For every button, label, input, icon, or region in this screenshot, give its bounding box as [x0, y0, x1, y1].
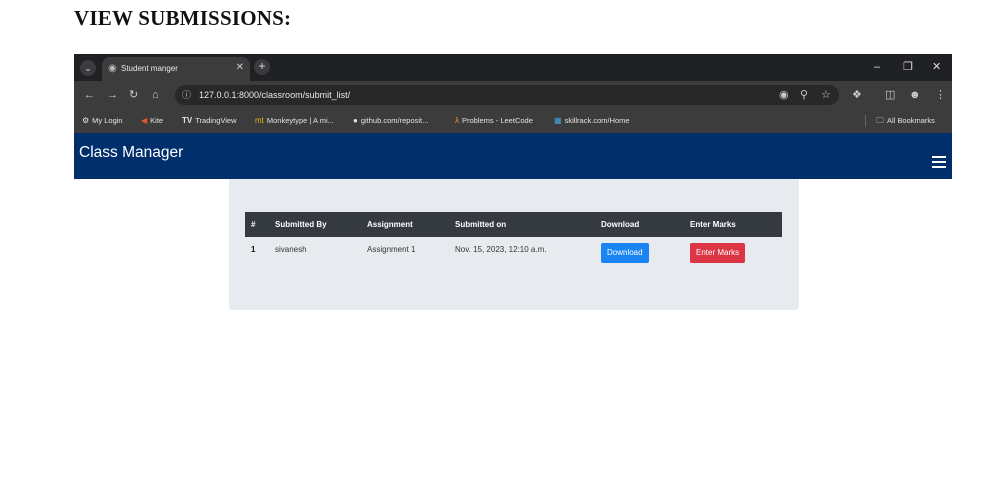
leetcode-icon: λ — [455, 116, 459, 125]
monkeytype-icon: mt — [255, 116, 264, 125]
submitted-on-cell: Nov. 15, 2023, 12:10 a.m. — [455, 245, 547, 254]
browser-tab[interactable]: ◉ Student manger ✕ — [102, 57, 250, 81]
minimize-icon[interactable]: – — [874, 60, 880, 74]
column-header: Assignment — [367, 220, 413, 229]
submitted-by-cell: sivanesh — [275, 245, 307, 254]
download-button[interactable]: Download — [601, 243, 649, 263]
side-panel-icon[interactable]: ◫ — [885, 88, 895, 102]
bookmark-item[interactable]: ▦ skillrack.com/Home — [554, 115, 630, 127]
tab-search-icon[interactable]: ⌄ — [80, 60, 96, 76]
google-icon[interactable]: ◉ — [779, 88, 789, 102]
reload-icon[interactable]: ↻ — [129, 89, 138, 101]
app-brand[interactable]: Class Manager — [79, 144, 183, 162]
bookmark-item[interactable]: mt Monkeytype | A mi... — [255, 115, 334, 127]
bookmarks-bar: ⚙ My Login ◀ Kite TV TradingView mt Monkeyty… — [74, 109, 952, 133]
restore-icon[interactable]: ❐ — [903, 60, 913, 74]
profile-icon[interactable]: ☻ — [909, 88, 921, 102]
row-number: 1 — [251, 245, 256, 254]
home-icon[interactable]: ⌂ — [152, 89, 159, 101]
tradingview-icon: TV — [182, 116, 193, 125]
all-bookmarks[interactable]: 🗀 All Bookmarks — [876, 115, 935, 127]
bookmark-item[interactable]: ● github.com/reposit... — [353, 115, 428, 127]
browser-toolbar: ← → ↻ ⌂ ⓘ 127.0.0.1:8000/classroom/submi… — [74, 81, 952, 109]
extensions-icon[interactable]: ❖ — [852, 88, 862, 102]
column-header: Submitted on — [455, 220, 507, 229]
settings-icon: ⚙ — [82, 116, 90, 125]
bookmark-item[interactable]: ⚙ My Login — [82, 115, 123, 127]
bookmark-item[interactable]: TV TradingView — [182, 115, 237, 127]
close-window-icon[interactable]: ✕ — [932, 60, 941, 74]
address-bar[interactable]: ⓘ 127.0.0.1:8000/classroom/submit_list/ … — [175, 85, 839, 105]
column-header: Enter Marks — [690, 220, 736, 229]
bookmark-item[interactable]: ◀ Kite — [141, 115, 163, 127]
bookmark-star-icon[interactable]: ☆ — [821, 88, 831, 102]
table-row: 1 sivanesh Assignment 1 Nov. 15, 2023, 1… — [245, 237, 782, 267]
back-icon[interactable]: ← — [84, 89, 95, 101]
column-header: # — [251, 220, 256, 229]
menu-kebab-icon[interactable]: ⋮ — [935, 88, 946, 102]
browser-window: ⌄ ◉ Student manger ✕ + – ❐ ✕ ← → ↻ ⌂ ⓘ 1… — [74, 54, 952, 179]
new-tab-icon[interactable]: + — [254, 59, 270, 75]
submissions-table: # Submitted By Assignment Submitted on D… — [245, 212, 782, 267]
column-header: Download — [601, 220, 640, 229]
bookmark-item[interactable]: λ Problems - LeetCode — [455, 115, 533, 127]
page-heading: VIEW SUBMISSIONS: — [74, 6, 292, 30]
zoom-icon[interactable]: ⚲ — [800, 88, 808, 102]
site-info-icon[interactable]: ⓘ — [182, 89, 191, 101]
bookmarks-divider — [865, 115, 866, 127]
github-icon: ● — [353, 116, 358, 125]
column-header: Submitted By — [275, 220, 327, 229]
enter-marks-button[interactable]: Enter Marks — [690, 243, 746, 263]
assignment-cell: Assignment 1 — [367, 245, 416, 254]
hamburger-menu-icon[interactable] — [932, 156, 946, 168]
tab-title: Student manger — [121, 64, 178, 73]
forward-icon[interactable]: → — [107, 89, 118, 101]
globe-icon: ◉ — [108, 63, 117, 74]
kite-icon: ◀ — [141, 116, 148, 125]
skillrack-icon: ▦ — [554, 116, 562, 125]
close-tab-icon[interactable]: ✕ — [236, 62, 244, 74]
app-navbar: Class Manager — [74, 133, 952, 179]
tab-strip: ⌄ ◉ Student manger ✕ + – ❐ ✕ — [74, 54, 952, 81]
table-header: # Submitted By Assignment Submitted on D… — [245, 212, 782, 237]
folder-icon: 🗀 — [876, 116, 884, 125]
url-text: 127.0.0.1:8000/classroom/submit_list/ — [199, 90, 351, 100]
